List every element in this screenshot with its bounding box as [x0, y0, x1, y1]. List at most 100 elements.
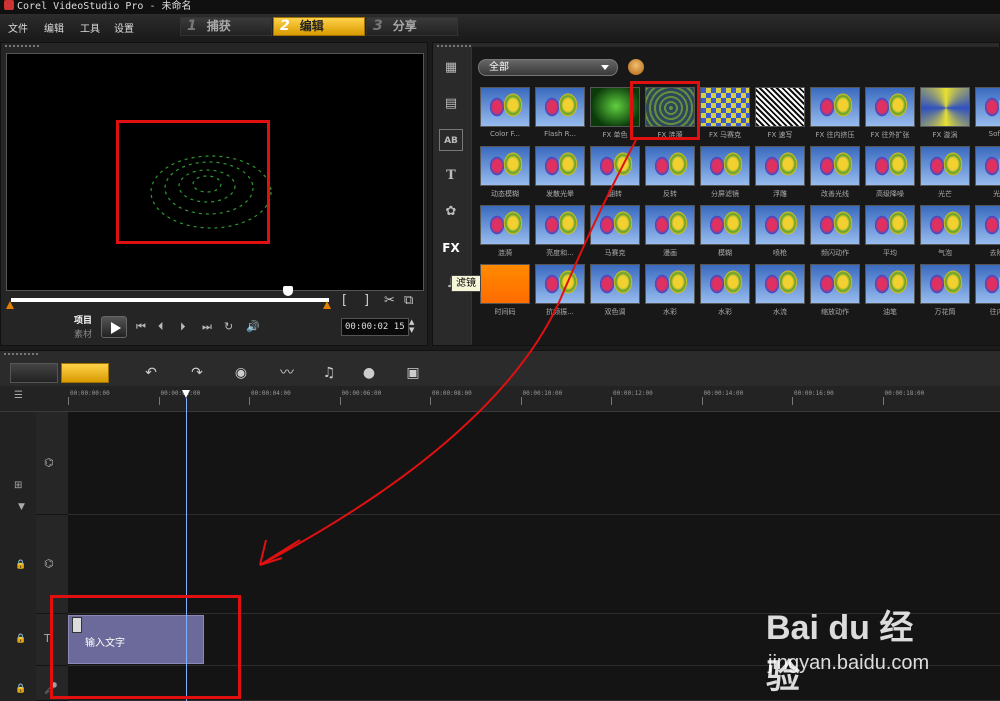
filter-thumbnail[interactable]: 翻转 [590, 146, 640, 204]
title-icon[interactable]: AB [439, 129, 463, 151]
repeat-icon[interactable]: ↻ [224, 320, 233, 333]
filter-thumbnail[interactable]: 浮雕 [755, 146, 805, 204]
timeline-view-button[interactable] [61, 363, 109, 383]
filter-thumbnail[interactable]: Soft ... [975, 87, 1000, 145]
filter-thumbnail[interactable]: 频闪动作 [810, 205, 860, 263]
storyboard-view-button[interactable] [10, 363, 58, 383]
undo-icon[interactable]: ↶ [140, 365, 162, 381]
redo-icon[interactable]: ↷ [186, 365, 208, 381]
auto-music-icon[interactable]: ♫ [318, 365, 340, 381]
smart-proxy-icon[interactable]: ● [358, 365, 380, 381]
timecode-display[interactable]: 00:00:02 15 [341, 318, 409, 336]
video-track[interactable] [68, 412, 1000, 515]
balloon-image [921, 147, 969, 185]
mark-in-marker[interactable] [6, 301, 14, 309]
filter-thumbnail[interactable]: 喷枪 [755, 205, 805, 263]
timecode-spinner[interactable]: ▲ ▼ [409, 318, 419, 336]
filter-thumbnail[interactable]: 缩放动作 [810, 264, 860, 322]
filter-thumbnail[interactable]: 漫画 [645, 205, 695, 263]
filter-thumbnail[interactable]: 万花筒 [920, 264, 970, 322]
subtitle-icon[interactable]: ▣ [402, 365, 424, 381]
scrubber-thumb[interactable] [282, 286, 293, 296]
filter-thumbnail[interactable]: 水彩 [645, 264, 695, 322]
fx-icon[interactable]: FX [439, 237, 463, 259]
cut-clip-icon[interactable]: ✂ [384, 293, 395, 308]
filter-thumbnail[interactable]: FX 马赛克 [700, 87, 750, 145]
filter-thumbnail[interactable]: 反转 [645, 146, 695, 204]
filter-thumbnail[interactable]: FX 往外扩张 [865, 87, 915, 145]
browse-icon[interactable] [628, 59, 644, 75]
volume-icon[interactable]: 🔊 [246, 320, 260, 333]
filter-thumbnail[interactable]: 亮度和... [535, 205, 585, 263]
filter-thumbnail[interactable]: FX 速写 [755, 87, 805, 145]
filter-thumbnail[interactable]: 光芒 [920, 146, 970, 204]
record-capture-icon[interactable]: ◉ [230, 365, 252, 381]
filter-label: 高级降噪 [876, 190, 904, 198]
filter-thumbnail[interactable]: 马赛克 [590, 205, 640, 263]
audio-waveform-icon[interactable]: 〰 [276, 365, 298, 381]
lock-icon[interactable]: 🔒 [15, 634, 26, 644]
step-tab-share[interactable]: 3 分享 [366, 17, 458, 36]
go-start-icon[interactable]: ⏮ [136, 320, 146, 334]
filter-thumbnail[interactable]: 动态模糊 [480, 146, 530, 204]
panel-grip[interactable] [5, 45, 39, 48]
balloon-image [976, 147, 1000, 185]
filter-thumbnail[interactable]: 双色调 [590, 264, 640, 322]
filter-thumbnail[interactable]: 改善光线 [810, 146, 860, 204]
mode-clip[interactable]: 素材 [74, 327, 92, 340]
filter-thumbnail[interactable]: 光... [975, 146, 1000, 204]
filter-thumbnail[interactable]: 去除... [975, 205, 1000, 263]
playhead-marker[interactable] [182, 390, 190, 398]
track-visibility-icon[interactable]: ⊞ [14, 480, 22, 491]
prev-frame-icon[interactable]: ⏴ [158, 320, 164, 334]
filter-thumbnail[interactable]: Flash R... [535, 87, 585, 145]
filter-thumbnail[interactable]: 油笔 [865, 264, 915, 322]
filter-thumbnail[interactable]: 水彩 [700, 264, 750, 322]
media-icon[interactable]: ▦ [439, 57, 463, 79]
timeline-ruler[interactable]: 00:00:00:00 00:00:02:00 00:00:04:00 00:00:0… [0, 386, 1000, 412]
mark-out-marker[interactable] [323, 301, 331, 309]
filter-thumbnail[interactable]: 时间码 [480, 264, 530, 322]
filter-thumbnail[interactable]: 抗频振... [535, 264, 585, 322]
menu-settings[interactable]: 设置 [114, 20, 134, 35]
transition-icon[interactable]: ▤ [439, 93, 463, 115]
play-button[interactable] [101, 316, 127, 338]
panel-grip[interactable] [4, 353, 38, 356]
menu-edit[interactable]: 编辑 [44, 20, 64, 35]
filter-thumbnail[interactable]: 气泡 [920, 205, 970, 263]
menu-file[interactable]: 文件 [8, 20, 28, 35]
lock-icon[interactable]: 🔒 [15, 684, 26, 694]
filter-thumbnail[interactable]: 分屏滤镜 [700, 146, 750, 204]
filter-thumbnail[interactable]: FX 往内挤压 [810, 87, 860, 145]
filter-thumbnail[interactable]: 模糊 [700, 205, 750, 263]
scrubber-track[interactable] [11, 298, 329, 302]
text-icon[interactable]: T [439, 165, 463, 187]
filter-label: 频闪动作 [821, 249, 849, 257]
filter-thumbnail[interactable]: 涟漪 [480, 205, 530, 263]
filter-thumbnail[interactable]: 平均 [865, 205, 915, 263]
balloon-image [756, 265, 804, 303]
filter-thumbnail[interactable]: Color F... [480, 87, 530, 145]
panel-grip[interactable] [437, 45, 471, 48]
mark-in-button[interactable]: [ [342, 293, 347, 308]
lock-icon[interactable]: 🔒 [15, 560, 26, 570]
filter-thumbnail[interactable]: FX 漩涡 [920, 87, 970, 145]
graphic-icon[interactable]: ✿ [439, 201, 463, 223]
filter-thumbnail[interactable]: 发散光晕 [535, 146, 585, 204]
mark-out-button[interactable]: ] [364, 293, 369, 308]
filter-thumbnail[interactable]: 水流 [755, 264, 805, 322]
go-end-icon[interactable]: ⏭ [202, 320, 212, 334]
step-tab-capture[interactable]: 1 捕获 [180, 17, 272, 36]
ruler-tick-label: 00:00:10:00 [520, 390, 563, 405]
filter-thumbnail[interactable]: 高级降噪 [865, 146, 915, 204]
track-manager-icon[interactable]: ☰ [14, 390, 23, 401]
mode-project[interactable]: 项目 [74, 313, 92, 326]
chevron-down-icon[interactable]: ▼ [18, 502, 25, 512]
step-tab-edit[interactable]: 2 编辑 [273, 17, 365, 36]
menu-tools[interactable]: 工具 [80, 20, 100, 35]
next-frame-icon[interactable]: ⏵ [180, 320, 186, 334]
enlarge-icon[interactable]: ⧉ [404, 293, 413, 308]
filter-thumbnail[interactable]: 往内... [975, 264, 1000, 322]
filter-label: FX 往外扩张 [870, 131, 910, 139]
category-dropdown[interactable]: 全部 [478, 59, 618, 76]
